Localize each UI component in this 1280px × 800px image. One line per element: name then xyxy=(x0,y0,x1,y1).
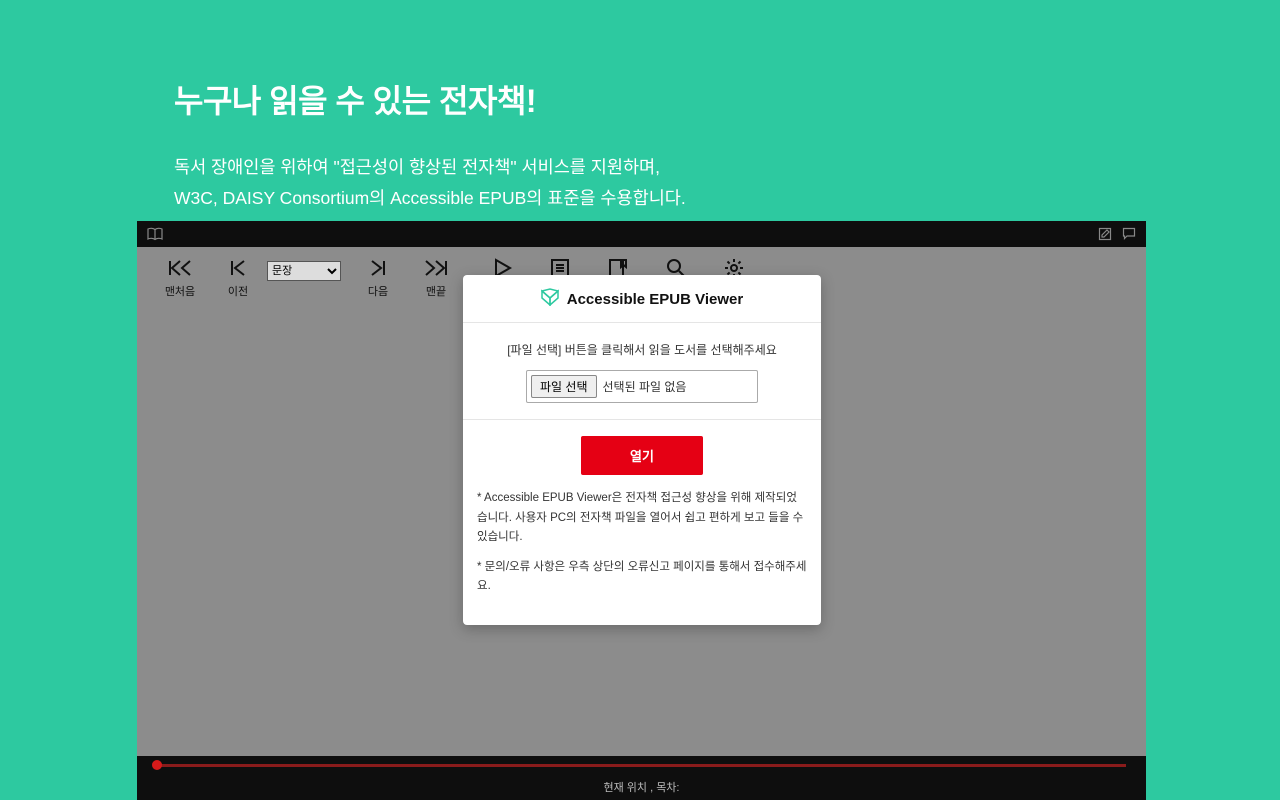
modal-note-1: * Accessible EPUB Viewer은 전자책 접근성 향상을 위해… xyxy=(477,489,807,548)
go-last-button[interactable]: 맨끝 xyxy=(407,257,465,299)
modal-title: Accessible EPUB Viewer xyxy=(567,291,743,308)
epub-viewer-window: 맨처음 이전 문장 다음 맨끝 xyxy=(137,221,1146,800)
file-input-wrapper: 파일 선택 선택된 파일 없음 xyxy=(526,370,758,403)
file-open-modal: Accessible EPUB Viewer [파일 선택] 버튼을 클릭해서 … xyxy=(463,275,821,625)
file-select-instruction: [파일 선택] 버튼을 클릭해서 읽을 도서를 선택해주세요 xyxy=(477,341,807,358)
window-titlebar xyxy=(137,221,1146,247)
edit-icon[interactable] xyxy=(1098,227,1112,241)
comment-icon[interactable] xyxy=(1122,227,1136,241)
unit-select[interactable]: 문장 xyxy=(267,261,341,281)
file-selected-label: 선택된 파일 없음 xyxy=(603,378,687,395)
app-logo-icon xyxy=(541,288,559,310)
modal-note-2: * 문의/오류 사항은 우측 상단의 오류신고 페이지를 통해서 접수해주세요. xyxy=(477,558,807,597)
progress-thumb[interactable] xyxy=(152,760,162,770)
go-prev-button[interactable]: 이전 xyxy=(209,257,267,299)
go-first-button[interactable]: 맨처음 xyxy=(151,257,209,299)
modal-header: Accessible EPUB Viewer xyxy=(463,275,821,323)
progress-bar[interactable] xyxy=(137,756,1146,774)
status-text: 현재 위치 , 목차: xyxy=(603,779,679,795)
hero-description: 독서 장애인을 위하여 "접근성이 향상된 전자책" 서비스를 지원하며, W3… xyxy=(174,152,1280,213)
progress-track[interactable] xyxy=(157,764,1126,767)
go-next-button[interactable]: 다음 xyxy=(349,257,407,299)
status-bar: 현재 위치 , 목차: xyxy=(137,774,1146,800)
hero-title: 누구나 읽을 수 있는 전자책! xyxy=(174,76,1280,122)
file-select-button[interactable]: 파일 선택 xyxy=(531,375,597,398)
open-button[interactable]: 열기 xyxy=(581,436,703,475)
book-icon[interactable] xyxy=(147,227,163,241)
